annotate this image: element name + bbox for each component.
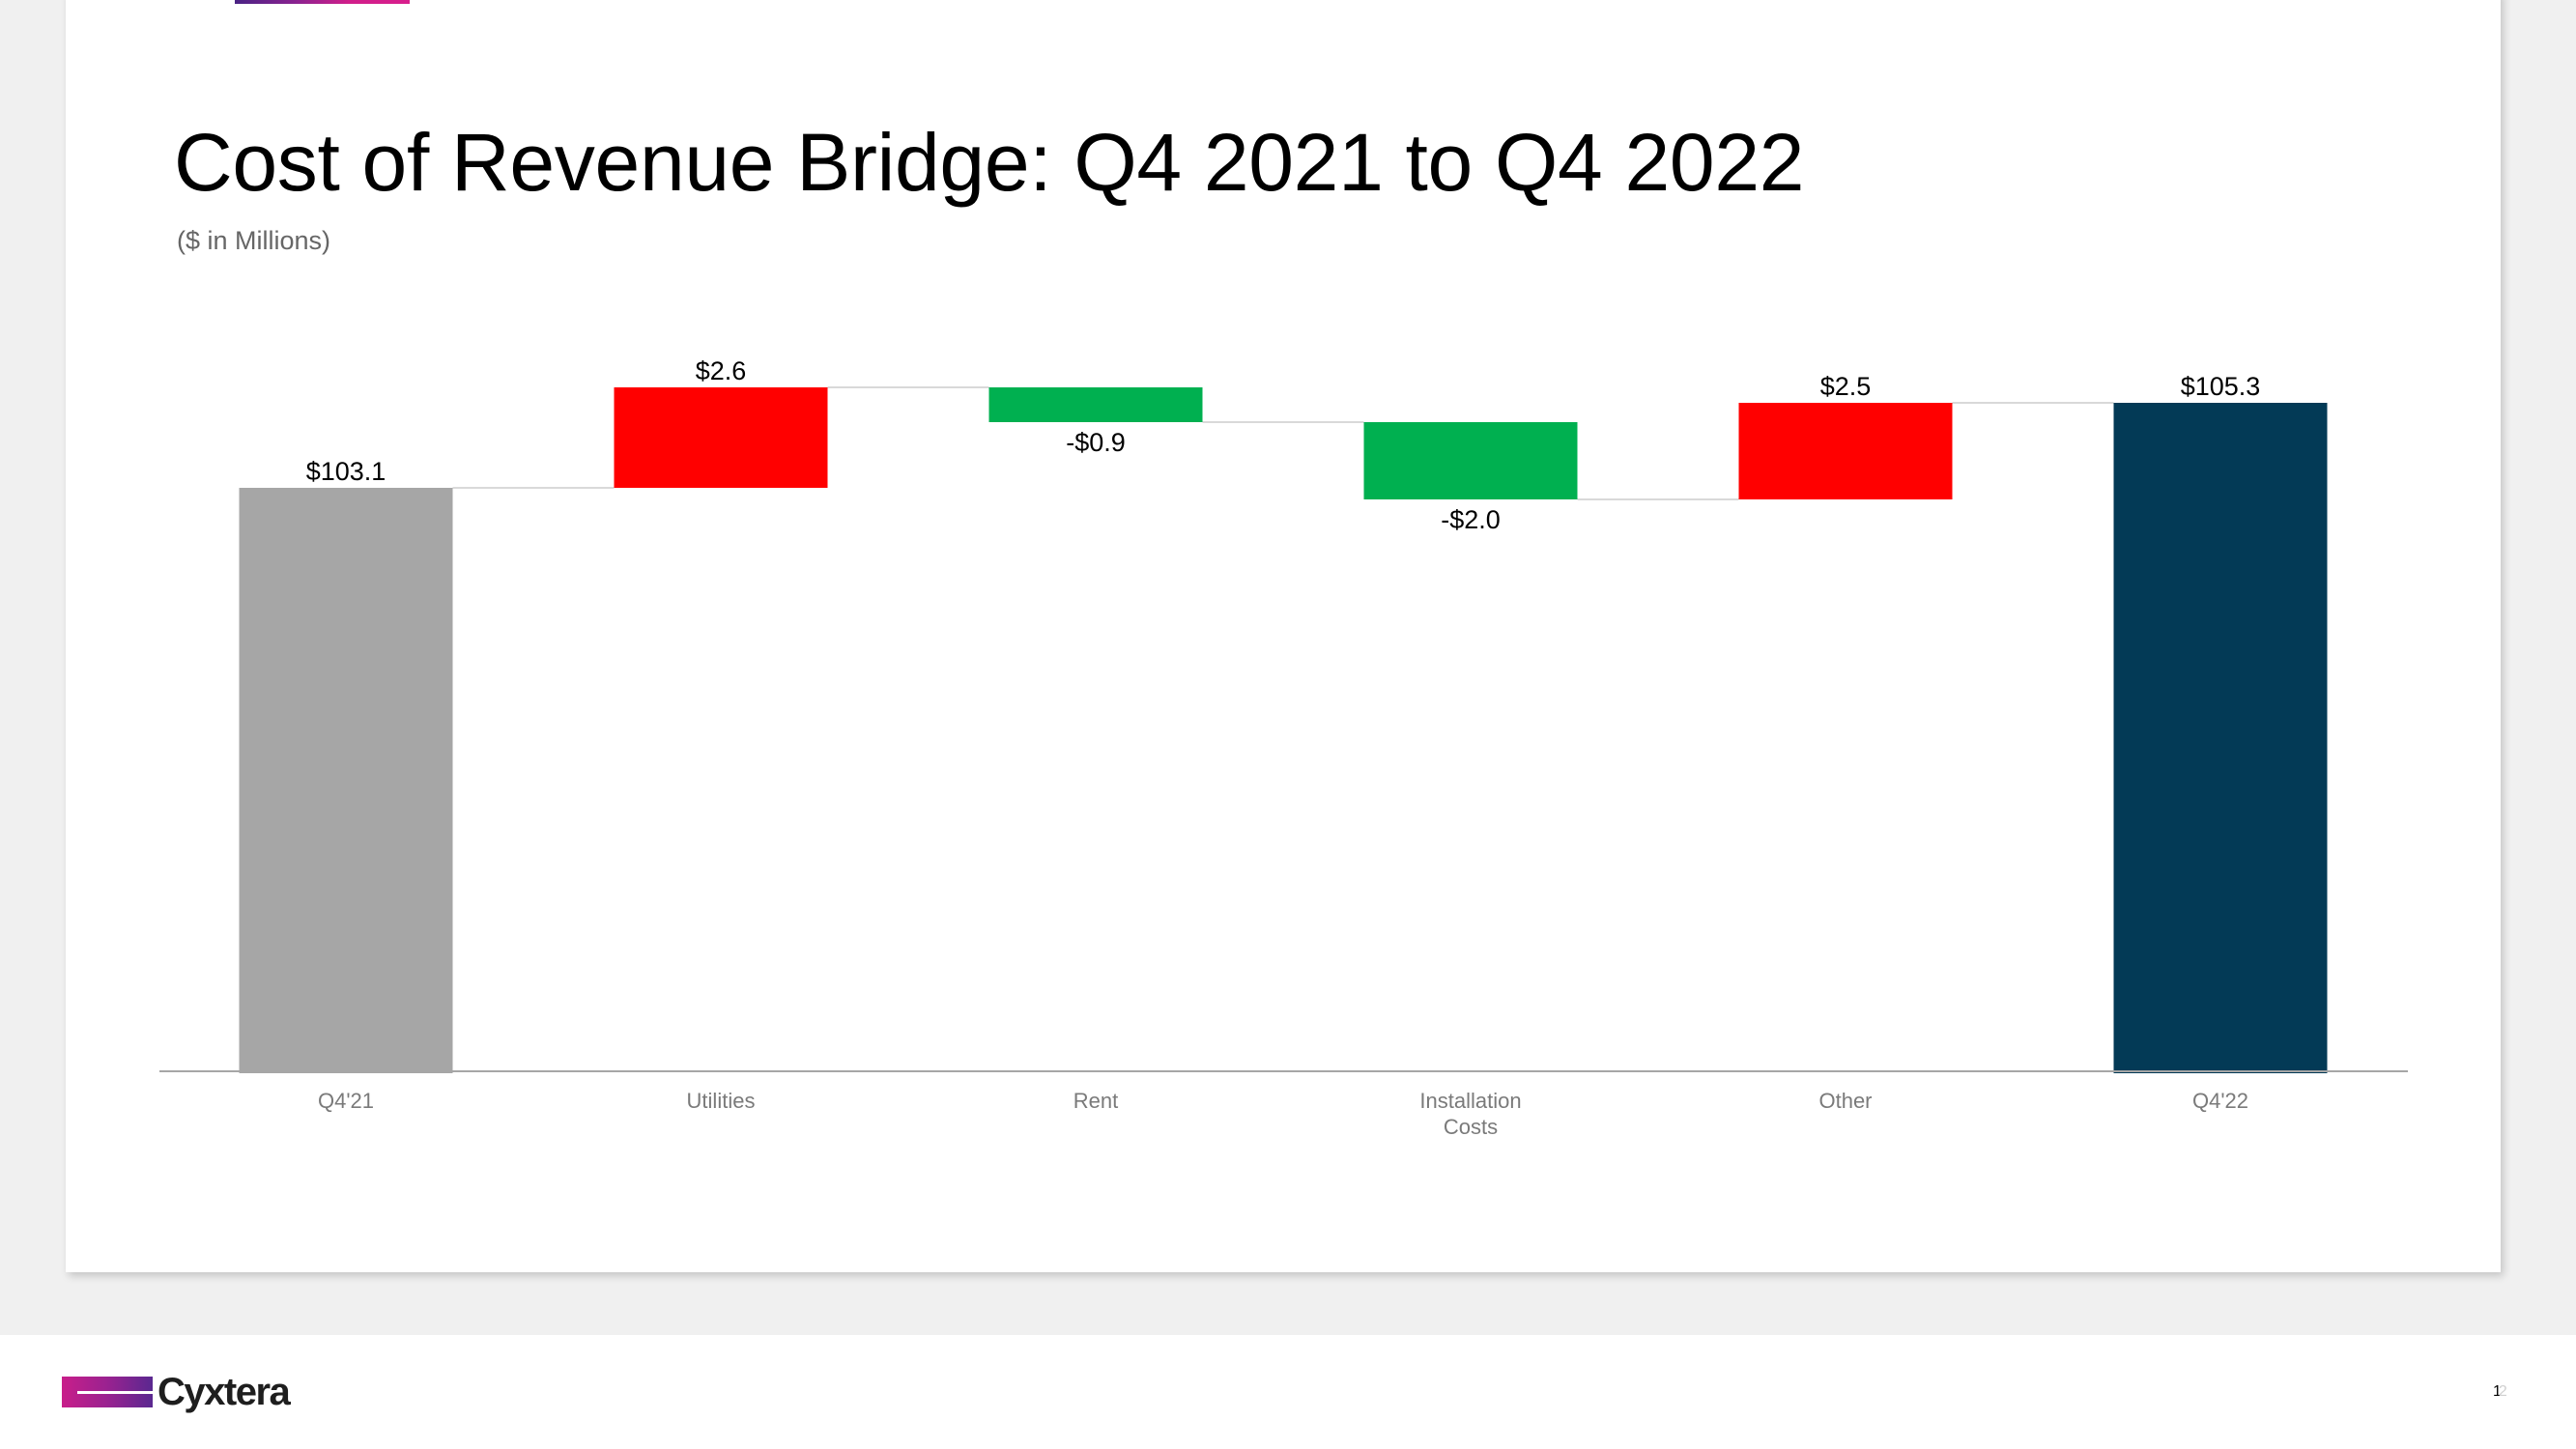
cyxtera-logo: Cyxtera xyxy=(62,1371,291,1413)
category-label: Q4'22 xyxy=(2192,1089,2248,1113)
data-label: -$0.9 xyxy=(1066,428,1126,457)
category-label: Q4'21 xyxy=(318,1089,374,1113)
bar-1 xyxy=(614,387,828,488)
category-label: Other xyxy=(1818,1089,1872,1113)
data-label: $2.6 xyxy=(696,356,747,385)
bar-2 xyxy=(988,387,1203,422)
page-number-ghost: 2 xyxy=(2498,1383,2507,1400)
logo-mark-icon xyxy=(62,1377,153,1407)
data-label: $105.3 xyxy=(2181,372,2261,401)
category-label: Utilities xyxy=(687,1089,756,1113)
bar-5 xyxy=(2113,403,2328,1073)
category-label: Costs xyxy=(1444,1115,1498,1139)
category-label: Installation xyxy=(1419,1089,1521,1113)
data-label: -$2.0 xyxy=(1441,505,1501,534)
waterfall-chart: $103.1 $2.6 -$0.9 -$2.0 $2.5 $105.3 Q4'21 Utili… xyxy=(159,356,2408,1139)
category-label: Rent xyxy=(1073,1089,1118,1113)
bar-0 xyxy=(239,488,453,1073)
footer xyxy=(0,1335,2576,1449)
data-label: $2.5 xyxy=(1820,372,1872,401)
data-label: $103.1 xyxy=(306,457,386,486)
bar-4 xyxy=(1738,403,1953,499)
bar-3 xyxy=(1363,422,1578,499)
page-number: 12 xyxy=(2493,1383,2507,1401)
logo-text: Cyxtera xyxy=(157,1371,291,1413)
